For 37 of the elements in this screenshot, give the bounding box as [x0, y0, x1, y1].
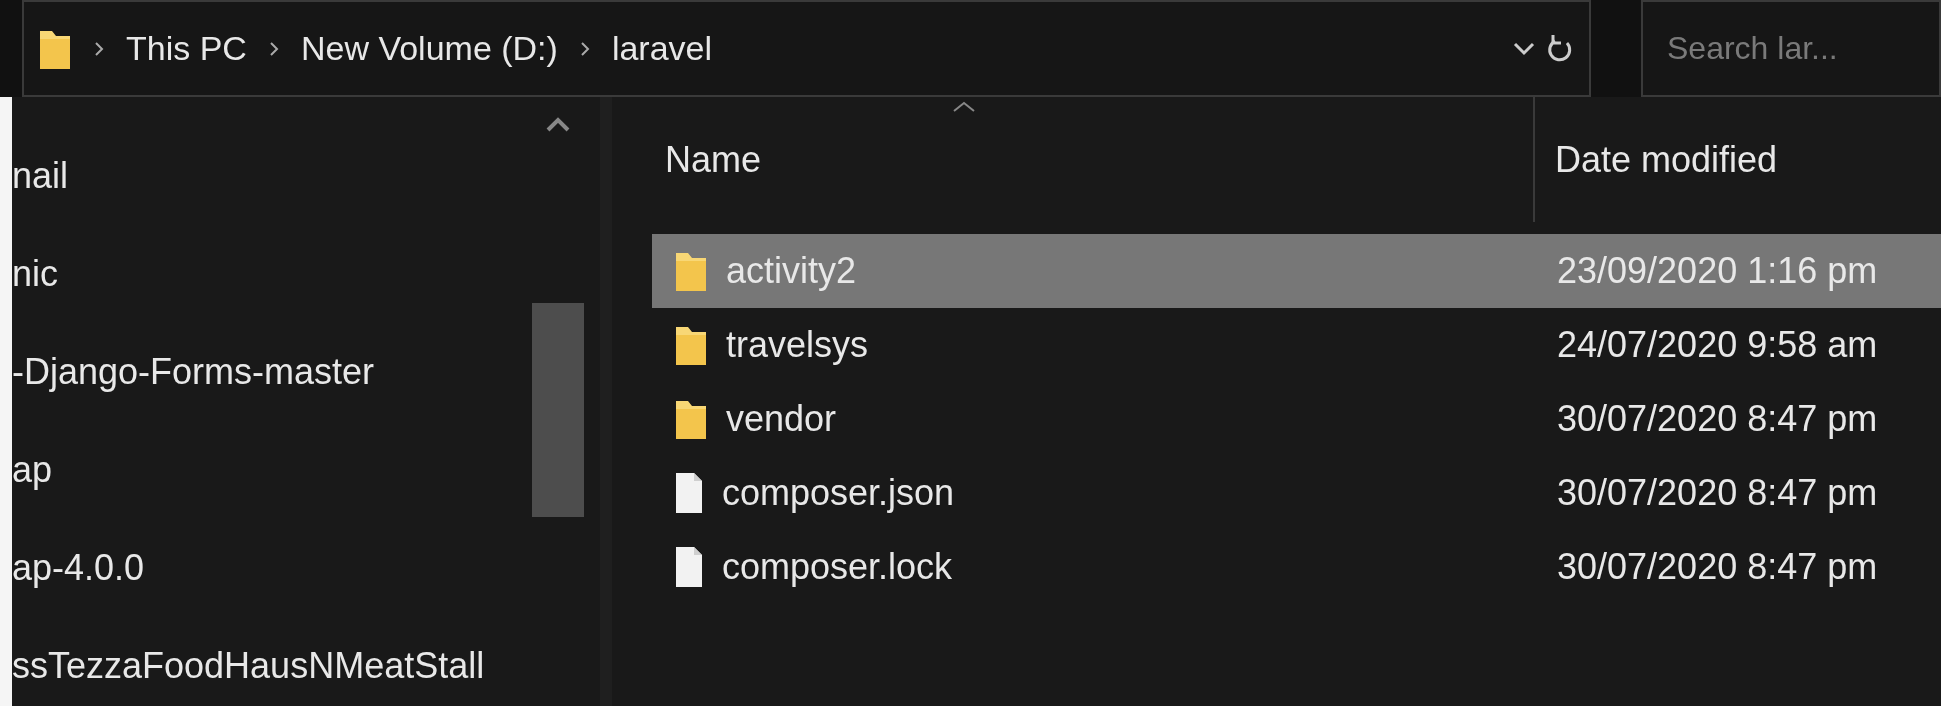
document-icon: [674, 545, 704, 589]
navigation-item[interactable]: ap: [12, 443, 53, 497]
navigation-item[interactable]: ssTezzaFoodHausNMeatStall: [12, 639, 485, 693]
date-modified: 30/07/2020 8:47 pm: [1556, 545, 1878, 589]
scroll-up-icon[interactable]: [545, 117, 571, 133]
breadcrumb-item[interactable]: laravel: [611, 23, 713, 74]
file-row[interactable]: vendor 30/07/2020 8:47 pm: [652, 382, 1941, 456]
file-name: composer.json: [722, 471, 955, 515]
file-name: composer.lock: [722, 545, 953, 589]
column-header[interactable]: Name: [652, 97, 1535, 222]
file-name: activity2: [726, 249, 857, 293]
date-modified: 24/07/2020 9:58 am: [1556, 323, 1878, 367]
file-row[interactable]: travelsys 24/07/2020 9:58 am: [652, 308, 1941, 382]
file-name: travelsys: [726, 323, 869, 367]
dropdown-icon[interactable]: [1513, 41, 1535, 56]
file-row[interactable]: composer.json 30/07/2020 8:47 pm: [652, 456, 1941, 530]
file-row[interactable]: activity2 23/09/2020 1:16 pm: [652, 234, 1941, 308]
column-header[interactable]: Date modified: [1535, 97, 1941, 222]
navigation-item[interactable]: nail: [12, 149, 69, 203]
navigation-item[interactable]: -Django-Forms-master: [12, 345, 375, 399]
scrollbar-thumb[interactable]: [532, 303, 584, 517]
file-row[interactable]: composer.lock 30/07/2020 8:47 pm: [652, 530, 1941, 604]
search-field[interactable]: Search lar...: [1641, 0, 1941, 97]
file-name: vendor: [726, 397, 837, 441]
document-icon: [674, 471, 704, 515]
date-modified: 30/07/2020 8:47 pm: [1556, 397, 1878, 441]
date-modified: 23/09/2020 1:16 pm: [1556, 249, 1878, 293]
date-modified: 30/07/2020 8:47 pm: [1556, 471, 1878, 515]
chevron-icon: [94, 40, 104, 57]
navigation-item[interactable]: ap-4.0.0: [12, 541, 145, 595]
sort-up-icon: [952, 101, 976, 113]
breadcrumb-item[interactable]: New Volume (D:): [300, 23, 558, 74]
address-bar[interactable]: This PC New Volume (D:) laravel: [22, 0, 1591, 97]
chevron-icon: [579, 40, 590, 57]
breadcrumb-item[interactable]: This PC: [126, 23, 247, 74]
chevron-icon: [268, 40, 279, 57]
navigation-item[interactable]: nic: [12, 247, 59, 301]
